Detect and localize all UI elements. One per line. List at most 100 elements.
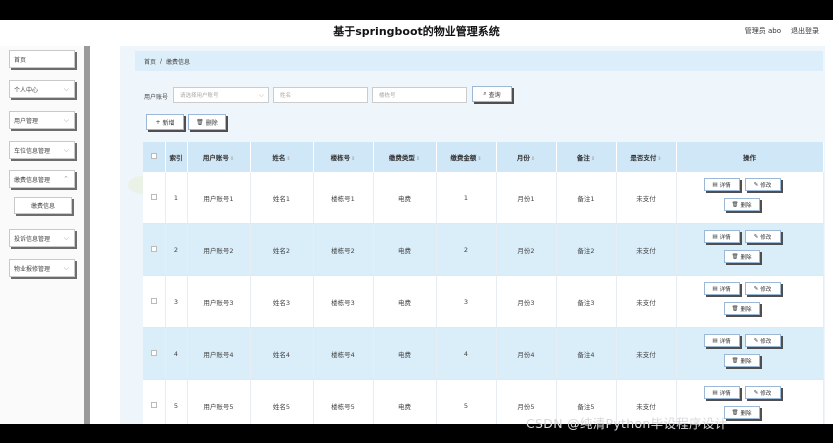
add-button[interactable]: + 新增	[146, 114, 184, 130]
edit-button[interactable]: ✎ 修改	[744, 386, 781, 399]
trash-icon: 🗑	[731, 201, 739, 208]
row-checkbox-cell[interactable]	[143, 172, 166, 224]
batch-delete-label: 删除	[205, 119, 218, 127]
sidebar-item-personal-center[interactable]: 个人中心 ⌵	[9, 80, 75, 98]
edit-icon: ✎	[753, 181, 759, 188]
query-button[interactable]: ⌕ 查询	[472, 86, 512, 102]
delete-button[interactable]: 🗑 删除	[723, 198, 760, 211]
cell-amount: 3	[436, 275, 497, 328]
edit-button[interactable]: ✎ 修改	[744, 282, 781, 295]
current-user: 管理员 abo	[744, 27, 781, 35]
batch-delete-button[interactable]: 🗑 删除	[188, 114, 226, 130]
cell-type: 电费	[373, 223, 437, 276]
cell-note: 备注1	[556, 172, 617, 224]
sidebar-item-label: 物业报修管理	[14, 265, 51, 273]
header-building[interactable]: 楼栋号⇕	[313, 142, 374, 172]
edit-button[interactable]: ✎ 修改	[744, 230, 781, 243]
header-name[interactable]: 姓名⇕	[250, 142, 314, 172]
search-label: 用户账号	[144, 94, 169, 101]
building-input-placeholder: 楼栋号	[379, 93, 396, 99]
sidebar-subitem-payment-info[interactable]: 缴费信息	[14, 197, 72, 214]
cell-paid: 未支付	[616, 172, 677, 224]
name-input[interactable]: 姓名	[273, 87, 368, 103]
row-checkbox[interactable]	[150, 193, 157, 200]
edit-button-label: 修改	[760, 234, 772, 241]
table-row: 3 用户账号3 姓名3 楼栋号3 电费 3 月份3 备注3 未支付 ▤ 详情 ✎ 修改 🗑 删除	[143, 275, 824, 328]
delete-button-label: 删除	[740, 410, 752, 417]
detail-button[interactable]: ▤ 详情	[703, 386, 740, 399]
cell-note: 备注4	[556, 327, 617, 380]
search-icon: ⌕	[483, 90, 487, 97]
delete-button[interactable]: 🗑 删除	[723, 354, 760, 367]
cell-month: 月份3	[496, 275, 557, 328]
sidebar-item-user-management[interactable]: 用户管理 ⌵	[9, 111, 75, 129]
row-checkbox[interactable]	[150, 245, 157, 252]
account-select[interactable]: 请选择用户账号 ⌵	[173, 87, 269, 103]
detail-button[interactable]: ▤ 详情	[703, 282, 740, 295]
header-amount[interactable]: 缴费金额⇕	[436, 142, 497, 172]
sort-icon: ⇕	[657, 156, 662, 162]
name-input-placeholder: 姓名	[280, 93, 292, 99]
row-checkbox-cell[interactable]	[143, 327, 166, 380]
cell-month: 月份4	[496, 327, 557, 380]
row-checkbox-cell[interactable]	[143, 223, 166, 276]
edit-button[interactable]: ✎ 修改	[744, 178, 781, 191]
detail-icon: ▤	[712, 337, 718, 344]
cell-type: 电费	[373, 327, 437, 380]
header-month[interactable]: 月份⇕	[496, 142, 557, 172]
row-checkbox[interactable]	[150, 349, 157, 356]
cell-month: 月份1	[496, 172, 557, 224]
cell-actions: ▤ 详情 ✎ 修改 🗑 删除	[676, 172, 824, 224]
chevron-down-icon: ⌵	[63, 116, 69, 124]
detail-icon: ▤	[712, 233, 718, 240]
delete-button[interactable]: 🗑 删除	[723, 406, 760, 419]
select-all-checkbox[interactable]	[150, 153, 157, 159]
chevron-down-icon: ⌵	[63, 146, 69, 154]
breadcrumb-home[interactable]: 首页	[144, 57, 156, 66]
sidebar-item-label: 车位信息管理	[14, 147, 51, 155]
row-checkbox-cell[interactable]	[143, 275, 166, 328]
detail-button[interactable]: ▤ 详情	[703, 334, 740, 347]
sidebar-item-home[interactable]: 首页	[9, 50, 75, 68]
breadcrumb: 首页 / 缴费信息	[135, 51, 823, 71]
delete-button[interactable]: 🗑 删除	[723, 302, 760, 315]
chevron-down-icon: ⌵	[63, 264, 69, 272]
sort-icon: ⇕	[351, 156, 356, 162]
header-note[interactable]: 备注⇕	[556, 142, 617, 172]
chevron-down-icon: ⌵	[63, 85, 69, 93]
edit-button[interactable]: ✎ 修改	[744, 334, 781, 347]
header-account[interactable]: 用户账号⇕	[187, 142, 251, 172]
delete-button[interactable]: 🗑 删除	[723, 250, 760, 263]
cell-account: 用户账号2	[187, 223, 251, 276]
cell-actions: ▤ 详情 ✎ 修改 🗑 删除	[676, 275, 824, 328]
sort-icon: ⇕	[590, 156, 596, 162]
building-input[interactable]: 楼栋号	[372, 87, 467, 103]
sort-icon: ⇕	[415, 156, 421, 162]
header-paid[interactable]: 是否支付⇕	[616, 142, 677, 172]
cell-index: 3	[165, 275, 188, 328]
select-all-cell[interactable]	[143, 142, 166, 172]
row-checkbox[interactable]	[150, 401, 157, 408]
row-checkbox[interactable]	[150, 297, 157, 304]
cell-account: 用户账号4	[187, 327, 251, 380]
trash-icon: 🗑	[731, 409, 739, 416]
sort-icon: ⇕	[286, 156, 291, 162]
sidebar-scrollbar[interactable]	[84, 46, 90, 426]
sidebar-item-repair-management[interactable]: 物业报修管理 ⌵	[9, 259, 75, 277]
sidebar-item-complaint-management[interactable]: 投诉信息管理 ⌵	[9, 229, 75, 247]
detail-button[interactable]: ▤ 详情	[703, 230, 740, 243]
cell-paid: 未支付	[616, 327, 677, 380]
header-type[interactable]: 缴费类型⇕	[373, 142, 437, 172]
edit-button-label: 修改	[760, 182, 772, 189]
cell-building: 楼栋号1	[313, 172, 374, 224]
logout-link[interactable]: 退出登录	[791, 26, 819, 36]
cell-actions: ▤ 详情 ✎ 修改 🗑 删除	[676, 223, 824, 276]
sidebar-item-payment-management[interactable]: 缴费信息管理 ⌃	[9, 170, 75, 188]
sidebar-item-parking-management[interactable]: 车位信息管理 ⌵	[9, 141, 75, 159]
table-row: 1 用户账号1 姓名1 楼栋号1 电费 1 月份1 备注1 未支付 ▤ 详情 ✎ 修改 🗑 删除	[143, 172, 824, 224]
cell-building: 楼栋号3	[313, 275, 374, 328]
table-row: 4 用户账号4 姓名4 楼栋号4 电费 4 月份4 备注4 未支付 ▤ 详情 ✎ 修改 🗑 删除	[143, 327, 824, 380]
cell-note: 备注2	[556, 223, 617, 276]
trash-icon: 🗑	[731, 305, 739, 312]
detail-button[interactable]: ▤ 详情	[703, 178, 740, 191]
